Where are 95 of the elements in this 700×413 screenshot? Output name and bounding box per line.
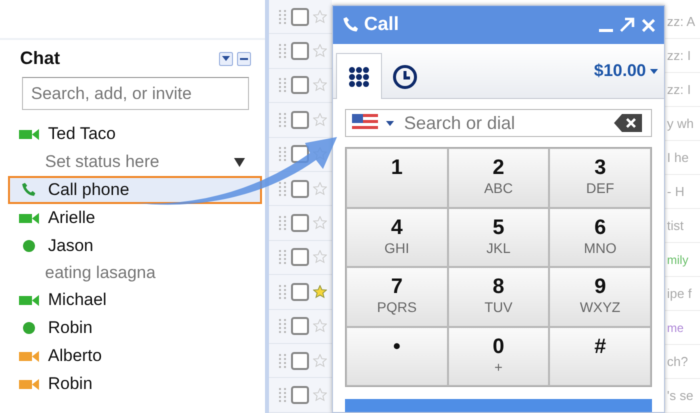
message-snippet: y wh — [667, 116, 694, 131]
contact-name: Ted Taco — [48, 124, 116, 144]
message-snippet: tist — [667, 218, 684, 233]
pop-out-icon[interactable] — [619, 17, 635, 33]
dial-key[interactable]: 4 GHI — [346, 208, 448, 267]
checkbox[interactable] — [291, 180, 309, 198]
star-icon[interactable] — [313, 284, 327, 299]
dial-key[interactable]: 5 JKL — [448, 208, 550, 267]
caret-icon — [650, 68, 658, 74]
backspace-icon[interactable] — [613, 113, 643, 133]
dial-key[interactable]: 3 DEF — [549, 148, 651, 208]
message-snippet: zz: I — [667, 82, 691, 97]
star-icon[interactable] — [313, 319, 327, 334]
contact-name: Michael — [48, 290, 107, 310]
contact-name: Jason — [48, 236, 94, 256]
checkbox[interactable] — [291, 76, 309, 94]
star-icon[interactable] — [313, 388, 327, 402]
drag-handle-icon[interactable] — [279, 44, 287, 58]
options-button[interactable] — [219, 52, 233, 66]
contact-row[interactable]: Alberto — [8, 342, 262, 370]
phone-icon — [20, 181, 38, 199]
drag-handle-icon[interactable] — [279, 216, 287, 230]
search-field[interactable]: Search, add, or invite — [22, 77, 249, 110]
message-snippet: I he — [667, 150, 689, 165]
dial-key[interactable]: 6 MNO — [549, 208, 651, 267]
contact-row[interactable]: Call phone — [8, 176, 262, 204]
checkbox[interactable] — [291, 352, 309, 370]
star-icon[interactable] — [313, 10, 327, 24]
dial-key[interactable]: 7 PQRS — [346, 267, 448, 326]
dial-key[interactable]: 9 WXYZ — [549, 267, 651, 326]
star-icon[interactable] — [313, 354, 327, 368]
contact-row[interactable]: Arielle — [8, 204, 262, 232]
checkbox[interactable] — [291, 317, 309, 336]
close-icon[interactable] — [641, 18, 656, 32]
dialpad-icon — [348, 66, 370, 88]
contact-row[interactable]: Robin — [8, 314, 262, 342]
status-text: eating lasagna — [45, 263, 156, 283]
message-snippet: me — [667, 320, 684, 334]
drag-handle-icon[interactable] — [279, 182, 287, 196]
dial-bar[interactable]: Search or dial — [345, 109, 652, 137]
contact-name: Robin — [48, 374, 92, 394]
drag-handle-icon[interactable] — [279, 10, 287, 24]
contact-row[interactable]: Jason — [8, 232, 262, 260]
star-icon[interactable] — [313, 250, 327, 264]
message-snippet: mily — [667, 252, 688, 266]
dial-key[interactable]: 8 TUV — [448, 267, 550, 326]
star-icon[interactable] — [313, 182, 327, 196]
drag-handle-icon[interactable] — [279, 78, 287, 92]
status-text[interactable]: Set status here — [45, 152, 160, 172]
minimize-button[interactable] — [237, 52, 251, 66]
checkbox[interactable] — [291, 42, 309, 60]
drag-handle-icon[interactable] — [279, 319, 287, 334]
message-snippet: - H — [667, 184, 684, 199]
dial-key[interactable]: # — [549, 326, 651, 386]
checkbox[interactable] — [291, 248, 309, 266]
dial-key[interactable]: 1 — [346, 148, 448, 208]
star-icon[interactable] — [313, 44, 327, 58]
dropdown-arrow-icon[interactable] — [386, 120, 394, 126]
message-snippet: 's se — [667, 388, 694, 403]
drag-handle-icon[interactable] — [279, 112, 287, 127]
contact-row[interactable]: Robin — [8, 370, 262, 398]
credit-balance[interactable]: $10.00 — [594, 61, 658, 81]
star-icon[interactable] — [313, 112, 327, 127]
message-snippet: ipe f — [667, 286, 692, 301]
checkbox[interactable] — [291, 110, 309, 129]
flag-icon[interactable] — [352, 114, 378, 132]
checkbox[interactable] — [291, 214, 309, 232]
drag-handle-icon[interactable] — [279, 388, 287, 402]
message-snippet: zz: A — [667, 14, 696, 29]
contact-name: Call phone — [48, 180, 130, 200]
drag-handle-icon[interactable] — [279, 354, 287, 368]
checkbox[interactable] — [291, 386, 309, 404]
message-snippet: zz: I — [667, 48, 691, 63]
caret-icon — [222, 56, 230, 61]
checkbox[interactable] — [291, 282, 309, 301]
contact-name: Alberto — [48, 346, 102, 366]
dial-key[interactable]: 2 ABC — [448, 148, 550, 208]
clock-icon — [392, 64, 418, 90]
contact-row[interactable]: Michael — [8, 286, 262, 314]
contact-name: Robin — [48, 318, 92, 338]
dialpad-tab[interactable] — [336, 53, 382, 99]
star-icon[interactable] — [313, 216, 327, 230]
dial-key[interactable]: 0 + — [448, 326, 550, 386]
dropdown-arrow-icon[interactable] — [234, 158, 245, 166]
drag-handle-icon[interactable] — [279, 147, 287, 162]
minus-icon — [240, 58, 248, 60]
drag-handle-icon[interactable] — [279, 250, 287, 264]
message-snippet: ch? — [667, 354, 688, 369]
star-icon[interactable] — [313, 78, 327, 92]
contact-name: Arielle — [48, 208, 96, 228]
dial-key[interactable]: • — [346, 326, 448, 386]
chat-title: Chat — [20, 48, 60, 69]
checkbox[interactable] — [291, 8, 309, 26]
drag-handle-icon[interactable] — [279, 284, 287, 299]
window-title: Call — [364, 14, 399, 36]
